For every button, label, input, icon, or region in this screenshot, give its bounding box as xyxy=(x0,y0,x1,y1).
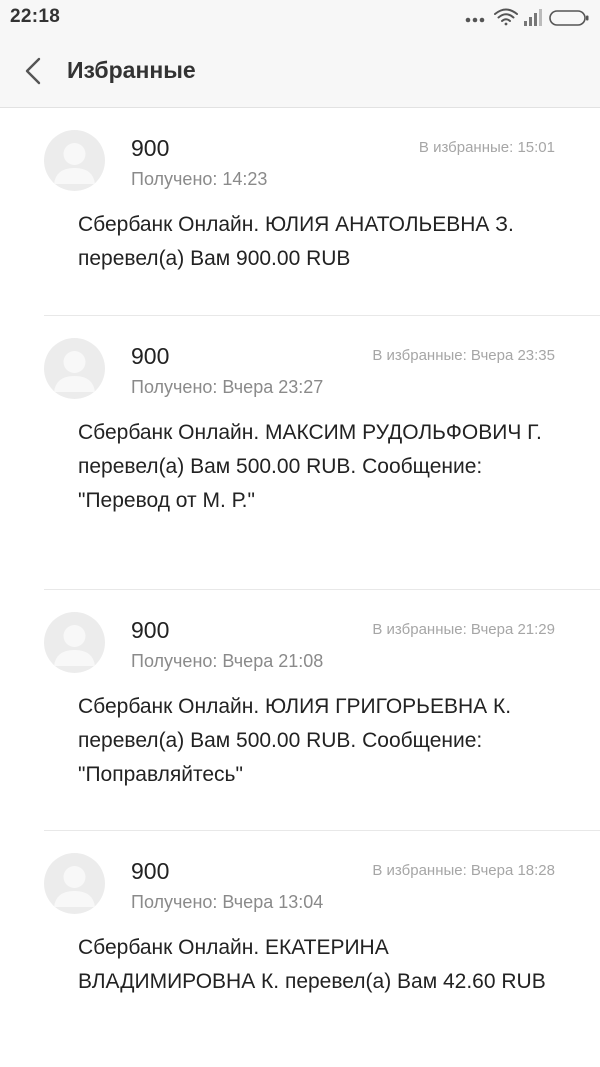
avatar xyxy=(44,130,105,191)
avatar xyxy=(44,853,105,914)
person-icon xyxy=(54,143,95,184)
received-time: Получено: Вчера 23:27 xyxy=(131,377,324,397)
sender-name: 900 xyxy=(131,858,170,884)
favorited-time: В избранные: Вчера 21:29 xyxy=(372,621,555,638)
sender-name: 900 xyxy=(131,135,170,161)
status-icons xyxy=(460,6,590,28)
message-body: Сбербанк Онлайн. ЮЛИЯ АНАТОЛЬЕВНА З. пер… xyxy=(78,213,514,270)
favorited-time: В избранные: Вчера 18:28 xyxy=(372,862,555,879)
person-icon xyxy=(54,351,95,392)
message-item[interactable]: 900 Получено: Вчера 21:08 В избранные: В… xyxy=(44,590,600,831)
chevron-left-icon[interactable] xyxy=(20,56,48,86)
status-time: 22:18 xyxy=(10,6,61,27)
favorited-time: В избранные: 15:01 xyxy=(418,139,555,156)
message-list: 900 Получено: 14:23 В избранные: 15:01 С… xyxy=(0,108,600,1067)
status-bar: 22:18 xyxy=(0,0,600,34)
message-item[interactable]: 900 Получено: Вчера 13:04 В избранные: В… xyxy=(44,831,600,1067)
app-bar: Избранные xyxy=(0,34,600,108)
sender-name: 900 xyxy=(131,617,170,643)
avatar xyxy=(44,612,105,673)
message-body: Сбербанк Онлайн. ЮЛИЯ ГРИГОРЬЕВНА К. пер… xyxy=(78,695,512,786)
person-icon xyxy=(54,866,95,907)
wifi-icon xyxy=(494,8,518,26)
favorited-time: В избранные: Вчера 23:35 xyxy=(372,347,555,364)
sender-name: 900 xyxy=(131,343,170,369)
received-time: Получено: Вчера 21:08 xyxy=(131,651,324,671)
avatar xyxy=(44,338,105,399)
message-item[interactable]: 900 Получено: Вчера 23:27 В избранные: В… xyxy=(44,316,600,590)
message-item[interactable]: 900 Получено: 14:23 В избранные: 15:01 С… xyxy=(44,108,600,316)
person-icon xyxy=(54,625,95,666)
signal-icon xyxy=(524,9,542,26)
more-dots-icon xyxy=(465,17,485,23)
message-body: Сбербанк Онлайн. МАКСИМ РУДОЛЬФОВИЧ Г. п… xyxy=(78,421,542,512)
battery-icon xyxy=(549,10,589,26)
message-body: Сбербанк Онлайн. ЕКАТЕРИНА ВЛАДИМИРОВНА … xyxy=(78,936,546,993)
received-time: Получено: Вчера 13:04 xyxy=(131,892,324,912)
received-time: Получено: 14:23 xyxy=(131,169,268,189)
page-title: Избранные xyxy=(67,57,196,83)
